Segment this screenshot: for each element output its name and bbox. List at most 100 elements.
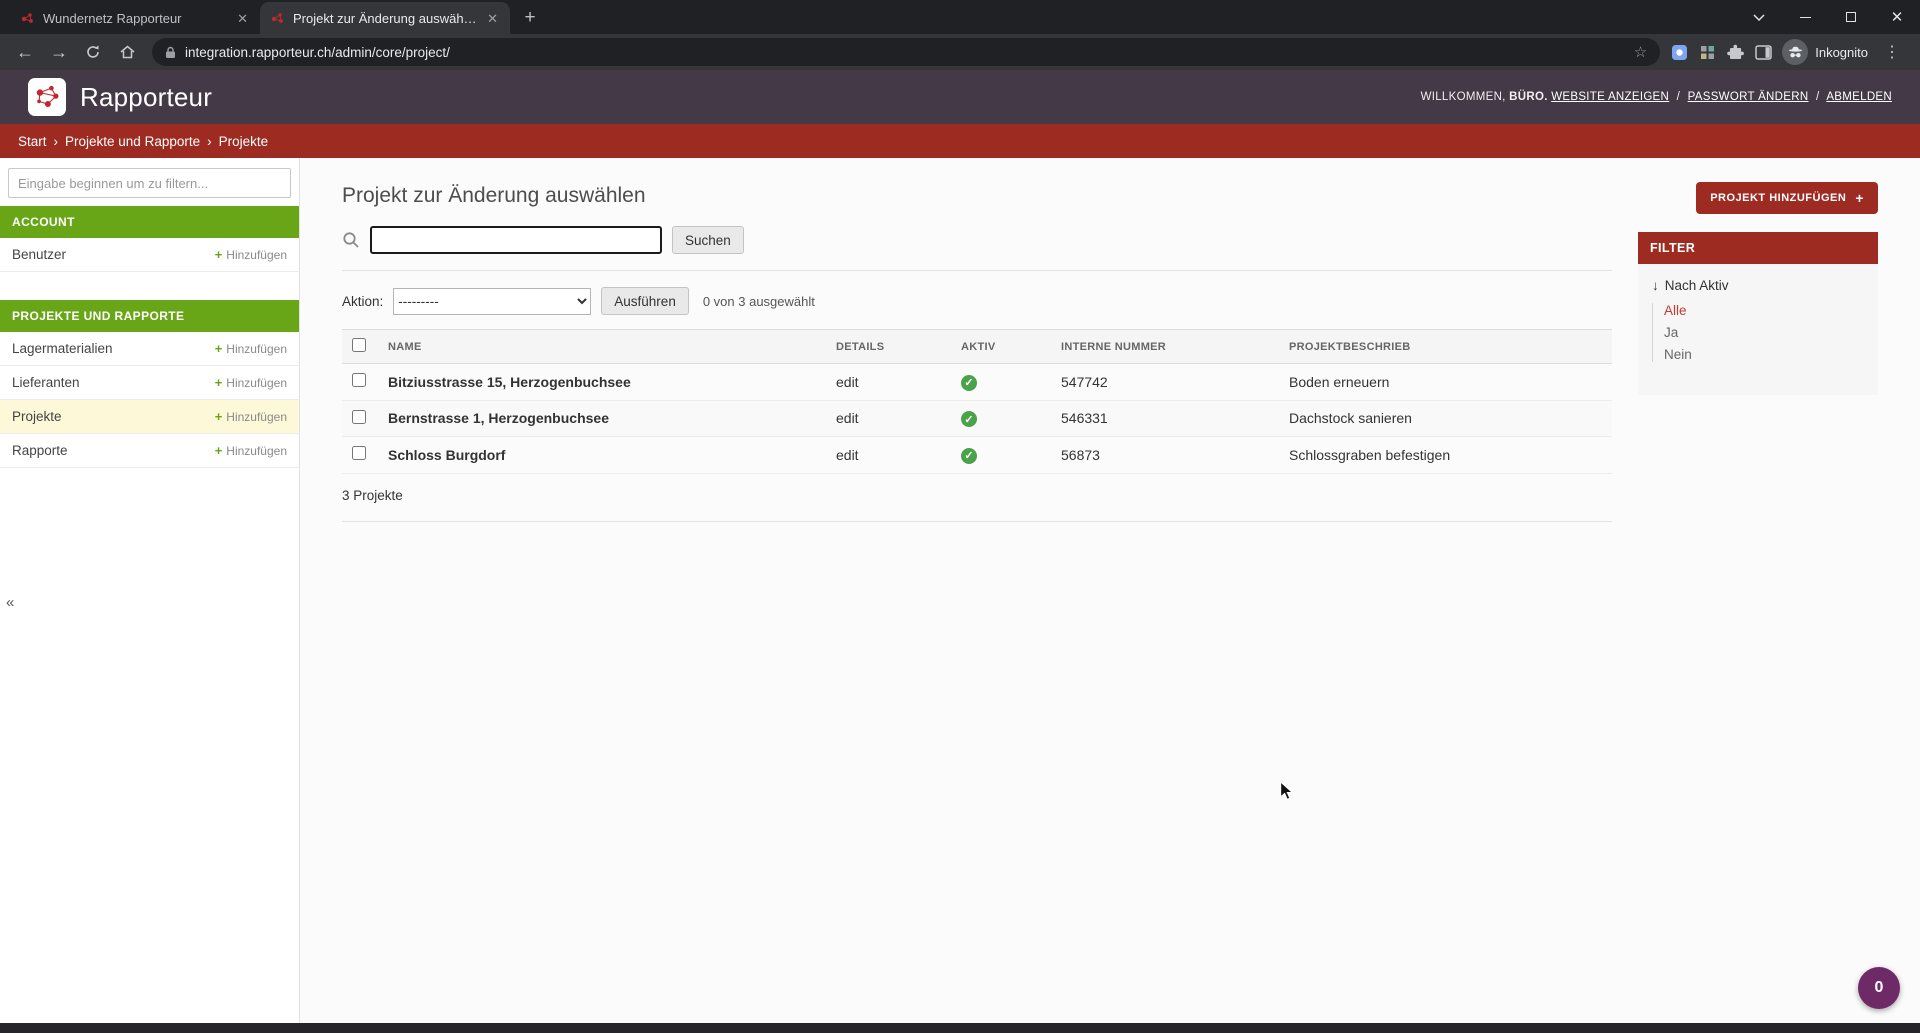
sidebar-item-lagermaterialien[interactable]: Lagermaterialien + Hinzufügen	[0, 332, 299, 366]
page-title: Projekt zur Änderung auswählen	[342, 184, 1612, 208]
lock-icon	[165, 46, 176, 59]
sidebar-add-label: Hinzufügen	[226, 410, 287, 424]
sidebar-item-label[interactable]: Benutzer	[12, 247, 66, 262]
sidebar-add-link[interactable]: + Hinzufügen	[215, 409, 287, 424]
main-content: Projekt zur Änderung auswählen Suchen Ak…	[300, 158, 1920, 1023]
browser-tab-strip: Wundernetz Rapporteur ✕ Projekt zur Ände…	[0, 0, 1920, 34]
logout-link[interactable]: ABMELDEN	[1826, 91, 1892, 103]
active-yes-icon: ✓	[961, 411, 977, 427]
browser-tab-inactive[interactable]: Wundernetz Rapporteur ✕	[10, 2, 260, 34]
view-site-link[interactable]: WEBSITE ANZEIGEN	[1551, 91, 1669, 103]
sidebar-add-link[interactable]: + Hinzufügen	[215, 443, 287, 458]
sidebar: ACCOUNT Benutzer + Hinzufügen PROJEKTE U…	[0, 158, 300, 1023]
sidebar-add-label: Hinzufügen	[226, 376, 287, 390]
projektbeschrieb-cell: Boden erneuern	[1279, 364, 1612, 401]
filter-option-alle[interactable]: Alle	[1664, 303, 1864, 318]
search-button[interactable]: Suchen	[672, 226, 744, 254]
edit-link[interactable]: edit	[836, 410, 859, 426]
sidebar-item-label[interactable]: Projekte	[12, 409, 62, 424]
row-checkbox[interactable]	[352, 410, 366, 424]
sidebar-item-label[interactable]: Rapporte	[12, 443, 68, 458]
tab-close-icon[interactable]: ✕	[485, 10, 500, 27]
edit-link[interactable]: edit	[836, 447, 859, 463]
sidebar-filter-input[interactable]	[8, 168, 291, 198]
profile-button[interactable]: Inkognito	[1782, 39, 1868, 65]
window-close-button[interactable]: ✕	[1874, 0, 1920, 34]
sidebar-collapse-icon[interactable]: «	[6, 594, 14, 611]
table-row: Schloss Burgdorf edit ✓ 56873 Schlossgra…	[342, 437, 1612, 474]
sidebar-item-projekte[interactable]: Projekte + Hinzufügen	[0, 400, 299, 434]
back-icon[interactable]: ←	[10, 37, 40, 67]
row-checkbox[interactable]	[352, 373, 366, 387]
breadcrumb-current: Projekte	[219, 134, 269, 149]
window-maximize-button[interactable]	[1828, 0, 1874, 34]
sidebar-item-label[interactable]: Lagermaterialien	[12, 341, 113, 356]
column-header-projektbeschrieb[interactable]: PROJEKTBESCHRIEB	[1279, 330, 1612, 364]
notification-badge[interactable]: 0	[1858, 967, 1900, 1009]
browser-menu-icon[interactable]: ⋮	[1878, 42, 1906, 62]
tab-title: Projekt zur Änderung auswählen	[293, 11, 477, 26]
tab-title: Wundernetz Rapporteur	[43, 11, 227, 26]
incognito-avatar-icon	[1782, 39, 1808, 65]
filter-option-nein[interactable]: Nein	[1664, 347, 1864, 362]
sidebar-item-benutzer[interactable]: Benutzer + Hinzufügen	[0, 238, 299, 272]
add-project-button[interactable]: PROJEKT HINZUFÜGEN +	[1696, 182, 1878, 214]
search-input[interactable]	[370, 226, 662, 254]
extensions-puzzle-icon[interactable]	[1726, 43, 1744, 61]
row-checkbox[interactable]	[352, 446, 366, 460]
action-select[interactable]: ---------	[393, 288, 591, 315]
column-header-name[interactable]: NAME	[378, 330, 826, 364]
plus-icon: +	[215, 247, 223, 262]
selection-status: 0 von 3 ausgewählt	[703, 294, 815, 309]
project-name-link[interactable]: Bitziusstrasse 15, Herzogenbuchsee	[388, 374, 631, 390]
project-name-link[interactable]: Bernstrasse 1, Herzogenbuchsee	[388, 410, 609, 426]
filter-options: Alle Ja Nein	[1652, 303, 1864, 362]
profile-label: Inkognito	[1815, 45, 1868, 60]
column-header-aktiv[interactable]: AKTIV	[951, 330, 1051, 364]
forward-icon[interactable]: →	[44, 37, 74, 67]
edit-link[interactable]: edit	[836, 374, 859, 390]
sidebar-item-label[interactable]: Lieferanten	[12, 375, 80, 390]
sidebar-add-link[interactable]: + Hinzufügen	[215, 375, 287, 390]
welcome-text: WILLKOMMEN,	[1421, 91, 1506, 103]
page-body: ACCOUNT Benutzer + Hinzufügen PROJEKTE U…	[0, 158, 1920, 1023]
reload-icon[interactable]	[78, 37, 108, 67]
active-yes-icon: ✓	[961, 375, 977, 391]
window-minimize-button[interactable]	[1782, 0, 1828, 34]
project-name-link[interactable]: Schloss Burgdorf	[388, 447, 505, 463]
filter-option-ja[interactable]: Ja	[1664, 325, 1864, 340]
extension-icon[interactable]	[1670, 43, 1688, 61]
breadcrumb-separator: ›	[54, 134, 59, 149]
change-password-link[interactable]: PASSWORT ÄNDERN	[1688, 91, 1809, 103]
execute-button[interactable]: Ausführen	[601, 287, 689, 315]
search-icon	[342, 231, 360, 249]
sidebar-item-rapporte[interactable]: Rapporte + Hinzufügen	[0, 434, 299, 468]
breadcrumb-start-link[interactable]: Start	[18, 134, 47, 149]
sidebar-add-label: Hinzufügen	[226, 248, 287, 262]
action-label: Aktion:	[342, 294, 383, 309]
address-bar[interactable]: integration.rapporteur.ch/admin/core/pro…	[152, 38, 1660, 66]
sidebar-add-link[interactable]: + Hinzufügen	[215, 341, 287, 356]
breadcrumb-section-link[interactable]: Projekte und Rapporte	[65, 134, 200, 149]
bookmark-star-icon[interactable]: ☆	[1634, 43, 1647, 61]
select-all-checkbox[interactable]	[352, 338, 366, 352]
sidebar-item-lieferanten[interactable]: Lieferanten + Hinzufügen	[0, 366, 299, 400]
browser-tab-active[interactable]: Projekt zur Änderung auswählen ✕	[260, 2, 510, 34]
filter-group-label: Nach Aktiv	[1665, 278, 1729, 293]
table-row: Bitziusstrasse 15, Herzogenbuchsee edit …	[342, 364, 1612, 401]
window-chevron-icon[interactable]	[1736, 0, 1782, 34]
plus-icon: +	[1855, 191, 1864, 205]
search-bar: Suchen	[342, 226, 1612, 271]
column-header-interne-nummer[interactable]: INTERNE NUMMER	[1051, 330, 1279, 364]
home-icon[interactable]	[112, 37, 142, 67]
app-logo[interactable]	[28, 78, 66, 116]
projektbeschrieb-cell: Schlossgraben befestigen	[1279, 437, 1612, 474]
new-tab-button[interactable]: +	[516, 4, 544, 32]
plus-icon: +	[215, 443, 223, 458]
extension-icon[interactable]	[1698, 43, 1716, 61]
tab-close-icon[interactable]: ✕	[235, 10, 250, 27]
interne-nummer-cell: 546331	[1051, 400, 1279, 437]
sidebar-add-link[interactable]: + Hinzufügen	[215, 247, 287, 262]
side-panel-icon[interactable]	[1754, 43, 1772, 61]
sidebar-add-label: Hinzufügen	[226, 342, 287, 356]
